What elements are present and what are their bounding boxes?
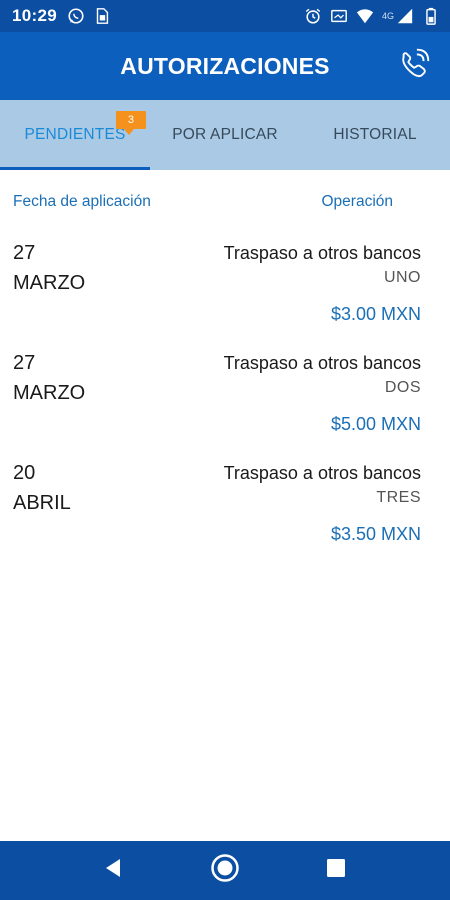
tab-label: POR APLICAR <box>172 126 278 143</box>
home-icon <box>210 853 240 888</box>
battery-icon <box>422 7 440 25</box>
row-day: 20 <box>13 462 36 484</box>
row-operation: Traspaso a otros bancos <box>223 463 421 483</box>
row-beneficiary: DOS <box>384 379 421 396</box>
call-button[interactable] <box>394 44 436 86</box>
recents-button[interactable] <box>321 855 351 885</box>
row-beneficiary: UNO <box>383 269 421 286</box>
tab-historial[interactable]: HISTORIAL <box>300 100 450 170</box>
column-headers: Fecha de aplicación Operación <box>0 180 450 224</box>
page-title: AUTORIZACIONES <box>120 52 330 79</box>
pending-count-badge: 3 <box>116 111 146 135</box>
cast-icon <box>330 7 348 25</box>
back-icon <box>102 857 124 884</box>
wifi-icon <box>356 7 374 25</box>
back-button[interactable] <box>98 855 128 885</box>
signal-icon <box>396 7 414 25</box>
row-amount: $3.50 MXN <box>330 524 421 544</box>
row-operation: Traspaso a otros bancos <box>223 353 421 373</box>
row-month: MARZO <box>13 272 86 294</box>
row-operation: Traspaso a otros bancos <box>223 243 421 263</box>
row-month: MARZO <box>13 382 86 404</box>
authorization-row[interactable]: 20 ABRIL Traspaso a otros bancos TRES $3… <box>0 462 450 572</box>
tab-por-aplicar[interactable]: POR APLICAR <box>150 100 300 170</box>
row-day: 27 <box>13 352 36 374</box>
row-amount: $3.00 MXN <box>330 304 421 324</box>
column-header-operation: Operación <box>321 193 393 210</box>
status-time: 10:29 <box>12 6 57 25</box>
column-header-date: Fecha de aplicación <box>13 193 151 210</box>
row-day: 27 <box>13 242 36 264</box>
tab-bar: PENDIENTES 3 POR APLICAR HISTORIAL <box>0 100 450 170</box>
alarm-icon <box>304 7 322 25</box>
network-type: 4G <box>381 11 394 21</box>
whatsapp-icon <box>67 7 85 25</box>
recents-icon <box>325 857 347 884</box>
tab-label: HISTORIAL <box>333 126 417 143</box>
row-beneficiary: TRES <box>376 489 421 506</box>
row-month: ABRIL <box>13 492 71 514</box>
tab-pendientes[interactable]: PENDIENTES 3 <box>0 100 150 170</box>
tab-label: PENDIENTES <box>24 126 126 143</box>
phone-icon <box>396 44 434 87</box>
row-amount: $5.00 MXN <box>330 414 421 434</box>
home-button[interactable] <box>210 853 240 888</box>
app-header: AUTORIZACIONES <box>0 32 450 100</box>
system-nav-bar <box>0 841 450 900</box>
authorization-row[interactable]: 27 MARZO Traspaso a otros bancos UNO $3.… <box>0 242 450 352</box>
sim-icon <box>93 7 111 25</box>
authorization-row[interactable]: 27 MARZO Traspaso a otros bancos DOS $5.… <box>0 352 450 462</box>
status-bar: 10:29 4G <box>0 0 450 32</box>
